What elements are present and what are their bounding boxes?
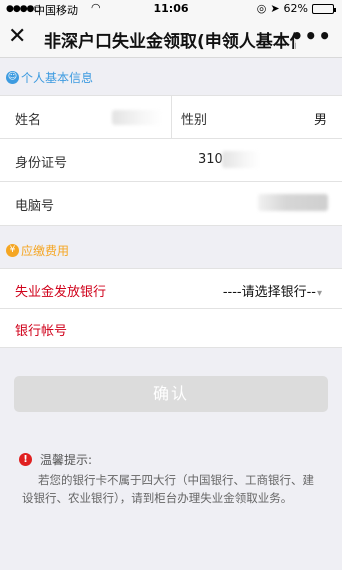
- battery-percent: 62%: [283, 2, 308, 15]
- account-label: 银行帐号: [15, 324, 68, 339]
- location-icon: ➤: [270, 2, 280, 15]
- section-title-personal: 个人基本信息: [21, 70, 94, 85]
- nav-bar: ✕ 非深户口失业金领取(申领人基本信 •••: [0, 18, 342, 58]
- dropdown-arrow-icon: ▾: [316, 288, 322, 299]
- close-icon[interactable]: ✕: [8, 24, 26, 50]
- gender-value: 男: [313, 113, 327, 128]
- row-account[interactable]: 银行帐号: [0, 309, 342, 347]
- battery-icon: [312, 3, 336, 14]
- row-divider: [171, 96, 172, 139]
- page-title: 非深户口失业金领取(申领人基本信: [44, 32, 296, 52]
- status-bar: ●●●●○ 中国移动 ◠ 11:06 ◎ ➤ 62%: [0, 0, 342, 18]
- row-id-number: 身份证号 310: [0, 139, 342, 182]
- section-personal-info: ☺ 个人基本信息: [0, 59, 342, 95]
- lock-rotation-icon: ◎: [256, 2, 267, 15]
- bank-label: 失业金发放银行: [15, 285, 107, 300]
- gender-label: 性别: [181, 113, 208, 128]
- personal-info-card: 姓名 性别 男 身份证号 310 电脑号: [0, 95, 342, 226]
- tip-title: 温馨提示:: [40, 453, 93, 467]
- id-number-label: 身份证号: [15, 156, 68, 171]
- section-fees: ¥ 应缴费用: [0, 232, 342, 268]
- id-number-value: 310: [198, 152, 223, 167]
- status-right: ◎ ➤ 62%: [256, 2, 336, 15]
- id-number-redacted: [222, 151, 260, 168]
- warning-icon: !: [19, 453, 32, 466]
- name-label: 姓名: [15, 113, 42, 128]
- coin-icon: ¥: [6, 243, 19, 257]
- tip-body: 若您的银行卡不属于四大行（中国银行、工商银行、建设银行、农业银行），请到柜台办理…: [22, 473, 314, 505]
- more-icon[interactable]: •••: [291, 24, 332, 48]
- row-name-gender: 姓名 性别 男: [0, 96, 342, 139]
- name-value-redacted: [112, 110, 162, 125]
- section-title-fees: 应缴费用: [21, 243, 70, 258]
- pc-number-redacted: [258, 194, 328, 211]
- pc-number-label: 电脑号: [15, 199, 55, 214]
- row-pc-number: 电脑号: [0, 182, 342, 225]
- confirm-button[interactable]: 确认: [14, 376, 328, 412]
- bank-select[interactable]: ----请选择银行--▾: [223, 281, 322, 300]
- row-bank[interactable]: 失业金发放银行 ----请选择银行--▾: [0, 269, 342, 309]
- person-icon: ☺: [6, 70, 19, 84]
- fees-card: 失业金发放银行 ----请选择银行--▾ 银行帐号: [0, 268, 342, 348]
- bank-select-value: ----请选择银行--: [222, 285, 316, 300]
